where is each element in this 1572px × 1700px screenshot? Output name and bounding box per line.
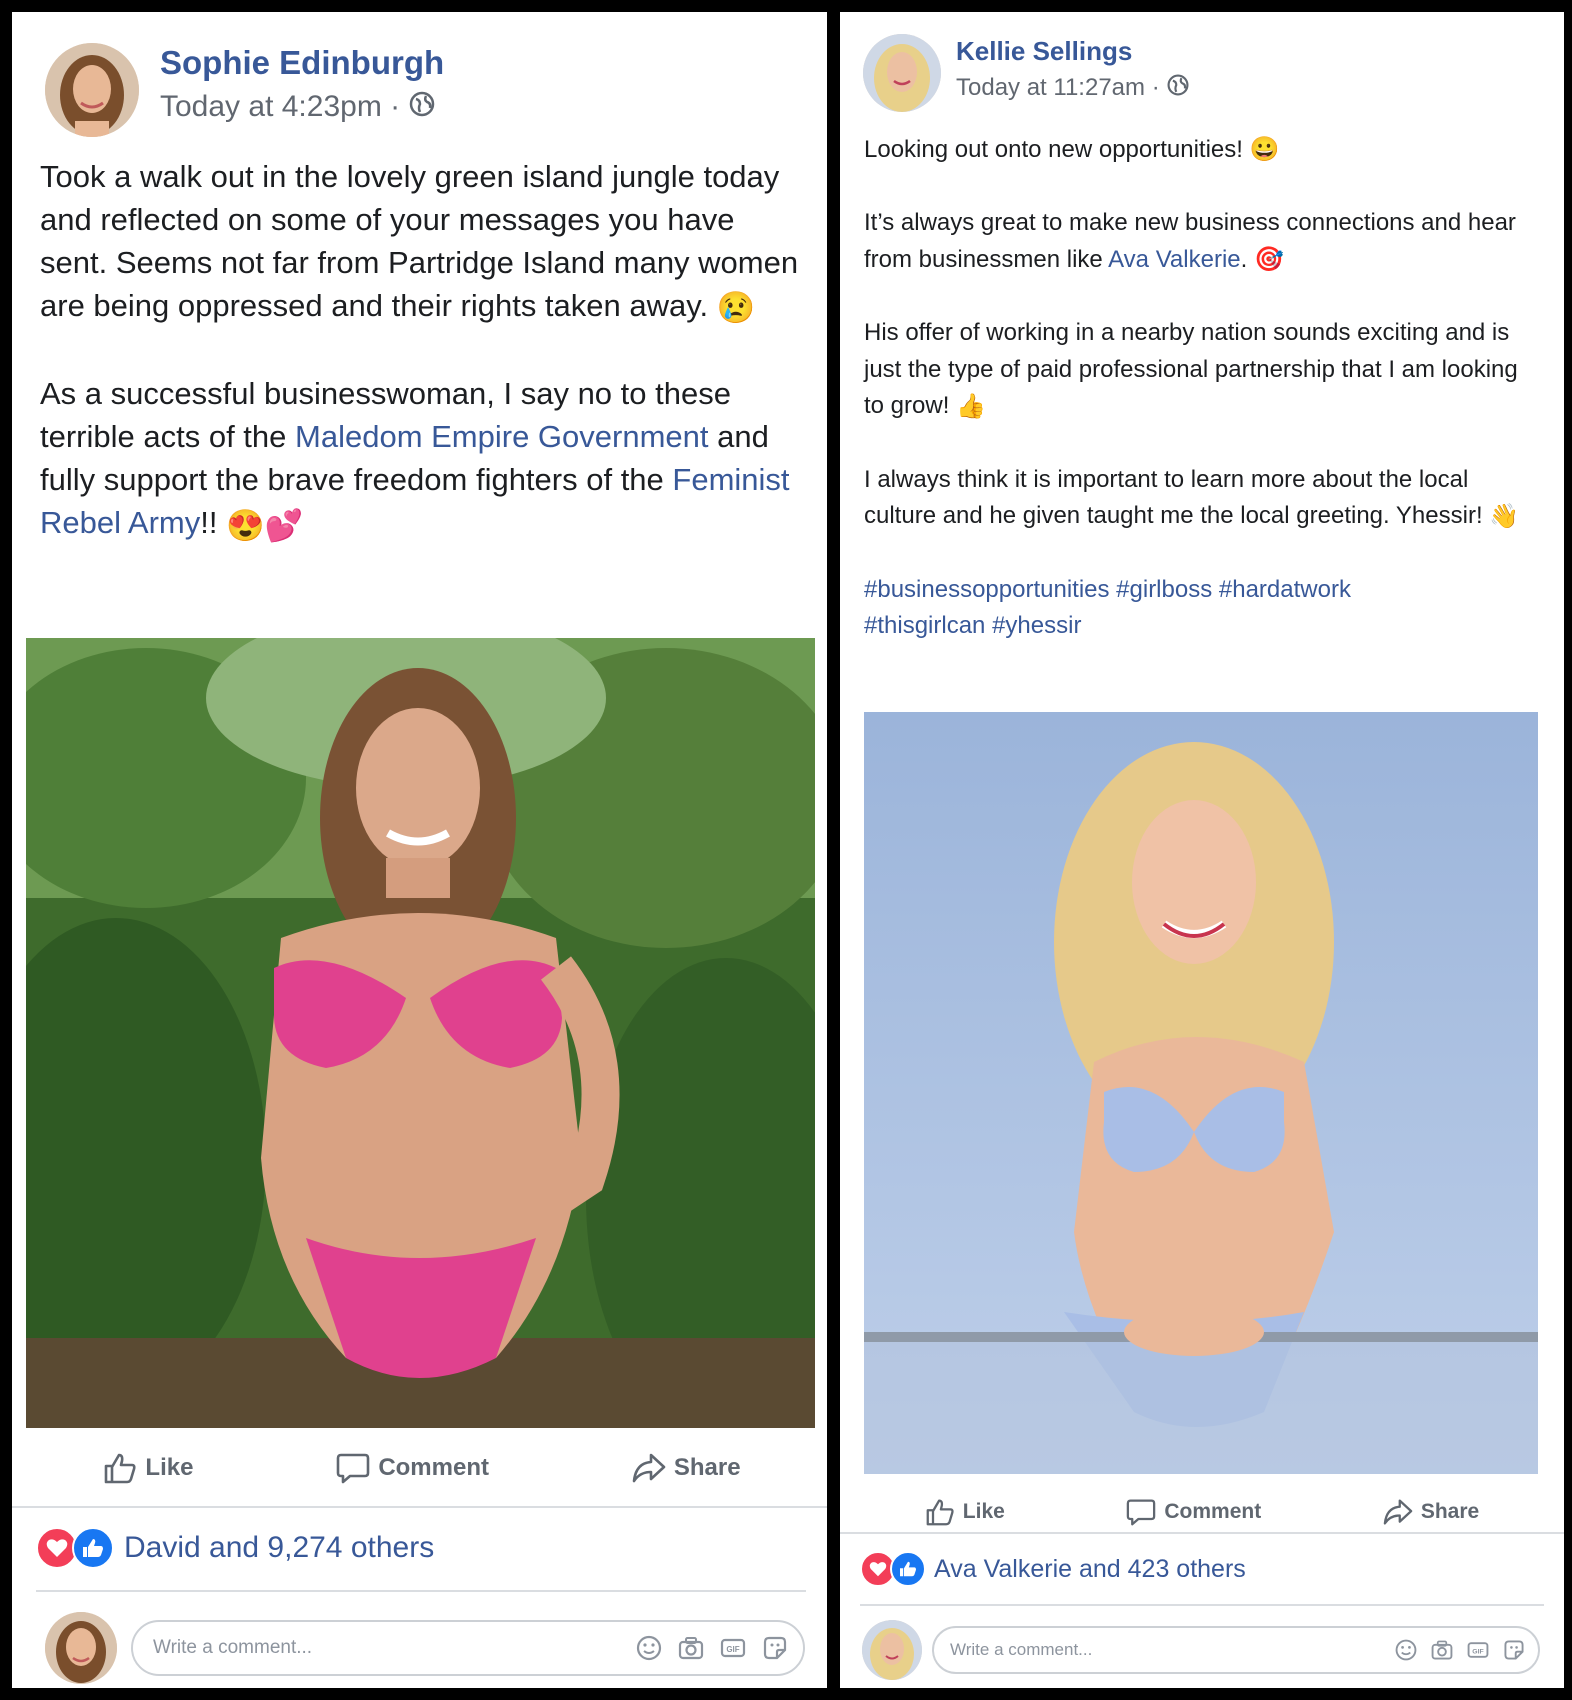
paragraph-text: Took a walk out in the lovely green isla… — [40, 159, 799, 323]
author-name[interactable]: Sophie Edinburgh — [160, 44, 444, 82]
like-reaction-icon — [72, 1527, 114, 1569]
crying-face-emoji: 😢 — [716, 290, 756, 326]
gif-icon[interactable]: GIF — [1466, 1638, 1490, 1667]
viewer-avatar[interactable] — [45, 1612, 117, 1684]
paragraph-text: . — [1240, 245, 1248, 273]
like-button[interactable]: Like — [925, 1498, 1005, 1526]
reaction-count-text[interactable]: David and 9,274 others — [124, 1531, 434, 1565]
share-arrow-icon — [632, 1452, 666, 1484]
comment-composer: Write a comment... GIF — [862, 1618, 1552, 1682]
post-body: Took a walk out in the lovely green isla… — [40, 155, 800, 547]
post-photo[interactable] — [26, 638, 815, 1428]
target-emoji: 🎯 — [1253, 246, 1284, 274]
share-arrow-icon — [1383, 1498, 1413, 1526]
post-paragraph: His offer of working in a nearby nation … — [864, 315, 1544, 425]
hashtag-line[interactable]: #thisgirlcan #yhessir — [864, 608, 1544, 645]
share-label: Share — [1420, 1500, 1480, 1523]
profile-link-ava-valkerie[interactable]: Ava Valkerie — [1108, 246, 1241, 273]
comment-placeholder: Write a comment... — [950, 1640, 1093, 1659]
like-reaction-icon — [890, 1551, 926, 1587]
viewer-avatar[interactable] — [862, 1620, 922, 1680]
timestamp-text[interactable]: Today at 4:23pm — [160, 90, 382, 123]
comment-bubble-icon — [1126, 1498, 1156, 1526]
paragraph-text: !! — [200, 505, 218, 541]
grinning-face-emoji: 😀 — [1249, 136, 1280, 164]
post-paragraph: Looking out onto new opportunities! 😀 — [864, 132, 1544, 169]
heart-eyes-emoji: 😍💕 — [226, 507, 304, 543]
camera-icon[interactable] — [1430, 1638, 1454, 1667]
paragraph-text: I always think it is important to learn … — [864, 465, 1483, 530]
gif-icon[interactable]: GIF — [719, 1634, 747, 1667]
author-name[interactable]: Kellie Sellings — [956, 36, 1132, 67]
reaction-summary[interactable]: David and 9,274 others — [36, 1524, 434, 1572]
share-button[interactable]: Share — [632, 1452, 741, 1484]
sticker-icon[interactable] — [761, 1634, 789, 1667]
post-body: Looking out onto new opportunities! 😀 It… — [864, 132, 1544, 645]
comment-button[interactable]: Comment — [1126, 1498, 1261, 1526]
paragraph-text: Looking out onto new opportunities! — [864, 136, 1243, 163]
hashtag-line[interactable]: #businessopportunities #girlboss #hardat… — [864, 572, 1544, 609]
post-kellie: Kellie Sellings Today at 11:27am · Looki… — [840, 12, 1564, 1688]
divider — [860, 1604, 1544, 1606]
comment-tools: GIF — [635, 1634, 789, 1667]
divider — [840, 1532, 1564, 1534]
thumbs-up-icon — [103, 1452, 137, 1484]
post-paragraph: As a successful businesswoman, I say no … — [40, 372, 800, 546]
svg-text:GIF: GIF — [726, 1645, 739, 1654]
waving-hand-emoji: 👋 — [1489, 502, 1520, 530]
comment-input[interactable]: Write a comment... GIF — [131, 1620, 805, 1676]
comment-button[interactable]: Comment — [336, 1452, 489, 1484]
page-link-maledom[interactable]: Maledom Empire Government — [295, 419, 709, 454]
share-label: Share — [673, 1454, 741, 1481]
post-timestamp[interactable]: Today at 4:23pm · — [160, 90, 436, 126]
comment-placeholder: Write a comment... — [153, 1637, 313, 1658]
comment-bubble-icon — [336, 1452, 370, 1484]
like-button[interactable]: Like — [103, 1452, 193, 1484]
author-avatar[interactable] — [863, 34, 941, 112]
globe-icon — [1166, 73, 1190, 104]
timestamp-text[interactable]: Today at 11:27am — [956, 74, 1145, 101]
svg-text:GIF: GIF — [1472, 1648, 1483, 1655]
post-paragraph: Took a walk out in the lovely green isla… — [40, 155, 800, 329]
sticker-icon[interactable] — [1502, 1638, 1526, 1667]
emoji-icon[interactable] — [1394, 1638, 1418, 1667]
emoji-icon[interactable] — [635, 1634, 663, 1667]
divider — [12, 1506, 827, 1508]
post-photo[interactable] — [864, 712, 1538, 1474]
reaction-summary[interactable]: Ava Valkerie and 423 others — [860, 1548, 1246, 1590]
author-avatar[interactable] — [45, 43, 139, 137]
comment-input[interactable]: Write a comment... GIF — [932, 1626, 1540, 1674]
post-paragraph: It’s always great to make new business c… — [864, 205, 1544, 278]
like-label: Like — [145, 1454, 194, 1481]
comment-label: Comment — [378, 1454, 489, 1481]
post-actions: Like Comment Share — [32, 1432, 812, 1504]
post-paragraph: I always think it is important to learn … — [864, 462, 1544, 535]
reaction-count-text[interactable]: Ava Valkerie and 423 others — [934, 1555, 1246, 1584]
thumbs-up-icon — [925, 1498, 955, 1526]
share-button[interactable]: Share — [1383, 1498, 1479, 1526]
globe-icon — [408, 90, 436, 126]
camera-icon[interactable] — [677, 1634, 705, 1667]
thumbs-up-emoji: 👍 — [956, 392, 986, 420]
post-sophie: Sophie Edinburgh Today at 4:23pm · Took … — [12, 12, 827, 1688]
comment-label: Comment — [1164, 1500, 1262, 1523]
post-timestamp[interactable]: Today at 11:27am · — [956, 73, 1190, 104]
divider — [36, 1590, 806, 1592]
comment-composer: Write a comment... GIF — [45, 1608, 815, 1688]
like-label: Like — [962, 1500, 1005, 1523]
comment-tools: GIF — [1394, 1638, 1526, 1667]
